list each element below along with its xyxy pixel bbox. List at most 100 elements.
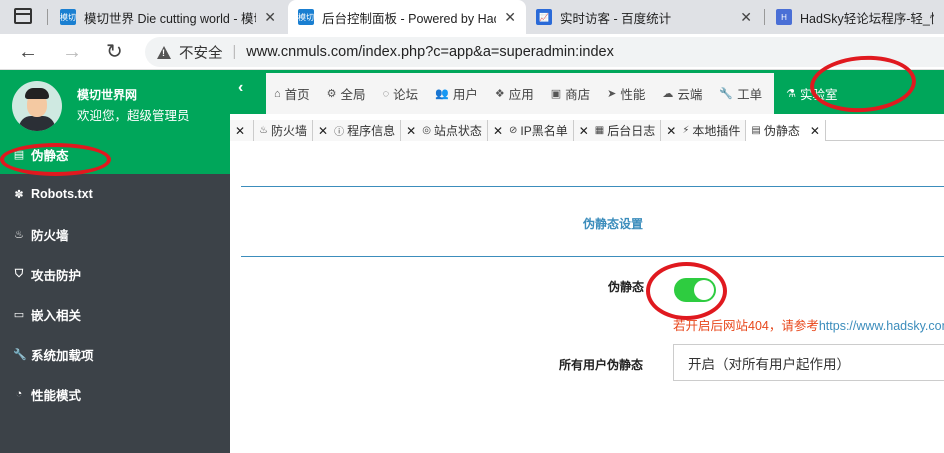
avatar: [12, 81, 62, 131]
plug-icon: ⚡: [682, 125, 690, 136]
browser-tab-title: 后台控制面板 - Powered by HadSky: [322, 11, 496, 26]
page-tab-firewall[interactable]: ♨ 防火墙: [254, 120, 314, 141]
warning-icon: [157, 45, 171, 59]
forward-arrow-icon[interactable]: →: [62, 40, 82, 64]
nav-tab-label: 云端: [677, 88, 703, 102]
sidebar-item-performance[interactable]: ◔ 性能模式: [0, 374, 230, 414]
hadsky-icon: H: [776, 9, 792, 25]
window-menu-icon[interactable]: [14, 8, 32, 24]
welcome-text: 欢迎您，超级管理员: [77, 109, 190, 123]
page-tab-admin-log[interactable]: ✕ ▦ 后台日志: [573, 120, 662, 141]
page-tabs: ✕ ♨ 防火墙 ✕ ⓘ 程序信息 ✕ ◎ 站点状态 ✕ ⊘ IP黑名单 ✕ ▦ 后台日志 ✕ ⚡ 本地…: [230, 120, 944, 141]
top-nav-tabs: ⌂ 首页 ⚙ 全局 ◌ 论坛 👥 用户 ❖ 应用 ▣ 商店 ➤ 性能 ☁ 云端 🔧 工单 ⚗ 实验室: [266, 73, 850, 114]
nav-tab-label: 论坛: [393, 88, 419, 102]
browser-tab-active[interactable]: 模切 后台控制面板 - Powered by HadSky ✕: [288, 0, 526, 34]
browser-tab[interactable]: H HadSky轻论坛程序-轻_快_简: [766, 0, 944, 34]
tab-separator: [47, 9, 48, 25]
reload-icon[interactable]: ↻: [106, 40, 123, 64]
sidebar-item-addons[interactable]: 🔧 系统加载项: [0, 334, 230, 374]
page-tab-label: 防火墙: [271, 124, 308, 138]
ban-icon: ⊘: [509, 125, 518, 136]
settings-panel: 伪静态设置 伪静态 若开启后网站404，请参考https://www.hadsk…: [241, 186, 944, 453]
hint-link[interactable]: https://www.hadsky.com: [819, 319, 944, 333]
close-icon[interactable]: ✕: [318, 124, 328, 138]
browser-tab-title: 模切世界 Die cutting world - 模切: [84, 11, 257, 26]
nav-tab-apps[interactable]: ❖ 应用: [487, 73, 543, 114]
browser-tab[interactable]: 📈 实时访客 - 百度统计 ✕: [526, 0, 762, 34]
nav-tab-label: 全局: [340, 88, 366, 102]
sidebar-item-label: 伪静态: [31, 148, 69, 163]
nav-tab-forum[interactable]: ◌ 论坛: [375, 73, 428, 114]
close-icon[interactable]: ✕: [235, 124, 245, 138]
browser-tab-title: HadSky轻论坛程序-轻_快_简: [800, 11, 934, 26]
status-icon: ◎: [422, 125, 431, 136]
rewrite-hint: 若开启后网站404，请参考https://www.hadsky.com: [673, 315, 944, 334]
section-title: 伪静态设置: [583, 217, 644, 231]
nav-tab-store[interactable]: ▣ 商店: [543, 73, 599, 114]
file-icon: ▤: [13, 148, 25, 161]
nav-tab-cloud[interactable]: ☁ 云端: [654, 73, 711, 114]
all-users-rewrite-select[interactable]: 开启（对所有用户起作用）: [673, 344, 944, 381]
page-tab-label: 伪静态: [763, 124, 800, 138]
chart-icon: 📈: [536, 9, 552, 25]
nav-tab-label: 实验室: [800, 88, 838, 102]
page-tab-ip-blacklist[interactable]: ✕ ⊘ IP黑名单: [487, 120, 574, 141]
sidebar-item-label: 性能模式: [31, 388, 82, 403]
sidebar-item-rewrite[interactable]: ▤ 伪静态: [0, 134, 230, 174]
sidebar-item-attack-protection[interactable]: ⛉ 攻击防护: [0, 254, 230, 294]
shield-icon: ⛉: [14, 267, 24, 280]
page-tab-program-info[interactable]: ✕ ⓘ 程序信息: [313, 120, 402, 141]
wrench-icon: 🔧: [719, 88, 734, 100]
close-icon[interactable]: ✕: [579, 124, 589, 138]
url-text[interactable]: www.cnmuls.com/index.php?c=app&a=superad…: [246, 44, 614, 60]
sidebar-item-label: 防火墙: [31, 228, 69, 243]
tab-separator: [764, 9, 765, 25]
close-icon[interactable]: ✕: [504, 9, 516, 26]
page-tab-rewrite[interactable]: ✕ ▤ 伪静态: [746, 120, 826, 141]
url-divider: |: [232, 44, 237, 60]
nav-tab-label: 应用: [508, 88, 534, 102]
info-icon: ⓘ: [334, 127, 345, 138]
divider: [241, 256, 944, 257]
rewrite-toggle[interactable]: [674, 278, 716, 302]
nav-tab-label: 性能: [620, 88, 646, 102]
close-icon[interactable]: ✕: [810, 124, 820, 138]
page-tab-label: 后台日志: [607, 124, 656, 138]
close-icon[interactable]: ✕: [406, 124, 416, 138]
sidebar: 模切世界网 欢迎您，超级管理员 ▤ 伪静态 ✽ Robots.txt ♨ 防火墙…: [0, 70, 230, 453]
nav-tab-users[interactable]: 👥 用户: [427, 73, 487, 114]
nav-tab-global[interactable]: ⚙ 全局: [319, 73, 375, 114]
nav-tab-label: 用户: [452, 88, 478, 102]
collapse-sidebar-icon[interactable]: ‹: [238, 79, 243, 97]
fire-icon: ♨: [14, 228, 24, 241]
rewrite-label: 伪静态: [607, 280, 644, 294]
close-icon[interactable]: ✕: [493, 124, 503, 138]
nav-tab-lab[interactable]: ⚗ 实验室: [774, 73, 850, 114]
shop-icon: ▣: [550, 88, 562, 100]
divider: [241, 186, 944, 187]
back-arrow-icon[interactable]: ←: [18, 40, 38, 64]
page-tab-label: 站点状态: [433, 124, 482, 138]
nav-tab-tickets[interactable]: 🔧 工单: [711, 73, 771, 114]
close-icon[interactable]: ✕: [740, 9, 752, 26]
user-panel: 模切世界网 欢迎您，超级管理员: [0, 70, 230, 134]
inbox-icon: ▭: [13, 308, 25, 321]
page-tab-local-plugins[interactable]: ✕ ⚡ 本地插件: [661, 120, 747, 141]
site-logo-icon: 模切: [60, 9, 76, 25]
sidebar-item-embed[interactable]: ▭ 嵌入相关: [0, 294, 230, 334]
nav-tab-home[interactable]: ⌂ 首页: [266, 73, 319, 114]
page-tab-label: 本地插件: [692, 124, 741, 138]
sidebar-item-firewall[interactable]: ♨ 防火墙: [0, 214, 230, 254]
page-tab-label: IP黑名单: [520, 124, 568, 138]
sidebar-item-label: 攻击防护: [31, 268, 82, 283]
sidebar-item-robots[interactable]: ✽ Robots.txt: [0, 174, 230, 214]
page-tab-site-status[interactable]: ✕ ◎ 站点状态: [401, 120, 488, 141]
url-bar[interactable]: 不安全 | www.cnmuls.com/index.php?c=app&a=s…: [145, 37, 944, 67]
nav-tab-label: 商店: [565, 88, 591, 102]
send-icon: ➤: [607, 88, 617, 100]
browser-tab[interactable]: 模切 模切世界 Die cutting world - 模切 ✕: [50, 0, 286, 34]
page-tab-close-all[interactable]: ✕: [230, 120, 255, 141]
nav-tab-performance[interactable]: ➤ 性能: [599, 73, 654, 114]
close-icon[interactable]: ✕: [264, 9, 276, 26]
close-icon[interactable]: ✕: [666, 124, 676, 138]
